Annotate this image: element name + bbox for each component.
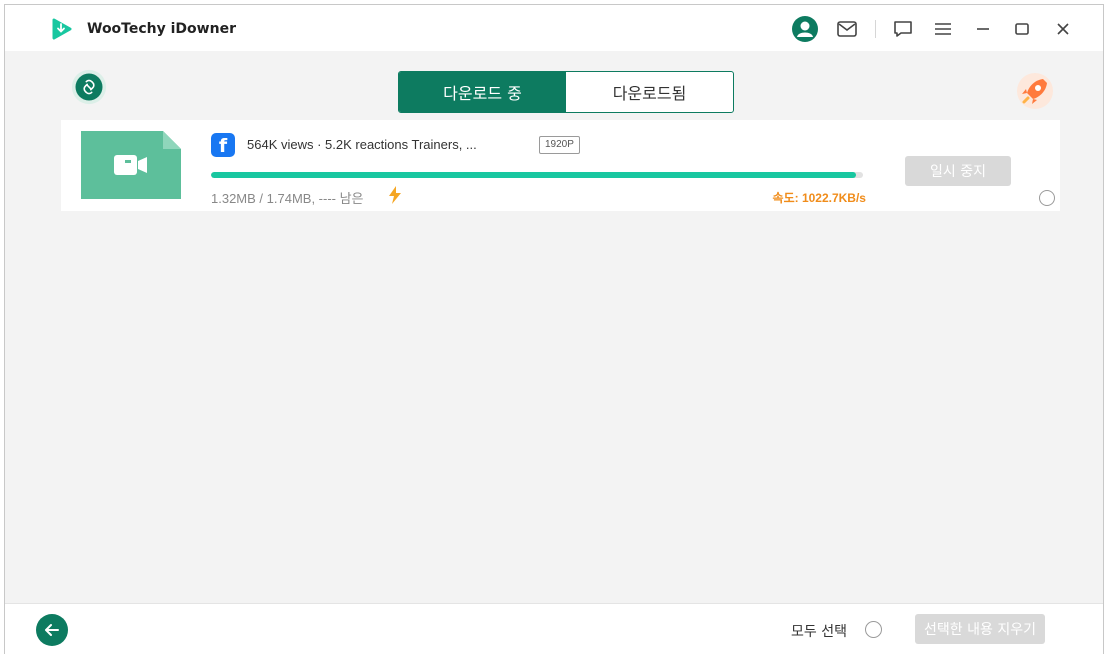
video-title: 564K views · 5.2K reactions Trainers, ..… — [247, 137, 477, 152]
user-icon[interactable] — [791, 15, 819, 43]
resolution-badge: 1920P — [539, 136, 580, 154]
video-file-icon — [81, 131, 181, 199]
pause-button[interactable]: 일시 중지 — [905, 156, 1011, 186]
download-speed: 속도: 1022.7KB/s — [772, 191, 866, 205]
minimize-icon[interactable] — [969, 15, 997, 43]
delete-selected-button[interactable]: 선택한 내용 지우기 — [915, 614, 1045, 644]
titlebar-divider — [875, 20, 876, 38]
select-all-label: 모두 선택 — [791, 624, 847, 640]
menu-icon[interactable] — [929, 15, 957, 43]
close-icon[interactable] — [1049, 15, 1077, 43]
download-progress-bar — [211, 172, 863, 178]
title-bar: WooTechy iDowner — [5, 5, 1103, 51]
bottom-bar: 모두 선택 선택한 내용 지우기 — [5, 603, 1103, 654]
mail-icon[interactable] — [833, 15, 861, 43]
arrow-left-icon — [45, 624, 59, 636]
tab-downloaded[interactable]: 다운로드됨 — [566, 72, 733, 112]
rocket-icon[interactable] — [1015, 71, 1055, 111]
lightning-icon — [389, 186, 401, 204]
chat-icon[interactable] — [889, 15, 917, 43]
app-title: WooTechy iDowner — [87, 21, 236, 37]
download-item: f 564K views · 5.2K reactions Trainers, … — [61, 120, 1060, 211]
tab-downloading[interactable]: 다운로드 중 — [399, 72, 566, 112]
maximize-icon[interactable] — [1008, 15, 1036, 43]
select-all-radio[interactable] — [865, 621, 882, 638]
download-tabs: 다운로드 중 다운로드됨 — [398, 71, 734, 113]
paste-link-button[interactable] — [69, 69, 109, 105]
app-window: WooTechy iDowner 다운로드 중 다운로드됨 f 564K vie… — [4, 4, 1104, 654]
app-logo-icon — [52, 18, 72, 40]
back-button[interactable] — [36, 614, 68, 646]
progress-fill — [211, 172, 857, 178]
item-select-radio[interactable] — [1039, 190, 1055, 206]
download-size-text: 1.32MB / 1.74MB, ---- 남은 — [211, 191, 364, 206]
facebook-icon: f — [211, 133, 235, 157]
